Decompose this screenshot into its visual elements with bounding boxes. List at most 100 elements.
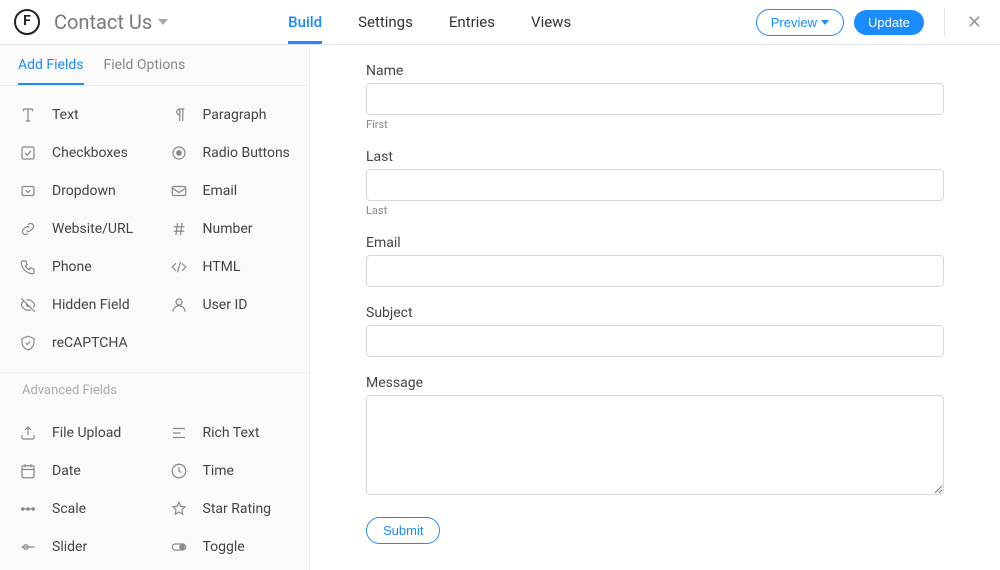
name-input[interactable] <box>366 83 944 115</box>
logo-icon: F <box>14 9 40 35</box>
advanced-fields-grid: File Upload Rich Text Date Time Scale Star Ra… <box>0 404 309 570</box>
field-type-radio-buttons[interactable]: Radio Buttons <box>155 134 306 172</box>
submit-button[interactable]: Submit <box>366 517 440 544</box>
field-type-slider[interactable]: Slider <box>4 528 155 566</box>
field-type-html[interactable]: HTML <box>155 248 306 286</box>
field-label: User ID <box>203 297 248 313</box>
page-title-dropdown[interactable]: Contact Us <box>54 10 168 34</box>
form-field-last[interactable]: LastLast <box>366 149 944 217</box>
field-type-rich-text[interactable]: Rich Text <box>155 414 306 452</box>
form-canvas: Name First LastLast Email Subject Message Sub… <box>310 45 1000 570</box>
top-nav-tabs: Build Settings Entries Views <box>288 0 571 44</box>
chevron-down-icon <box>821 20 829 25</box>
toggle-icon <box>169 537 189 557</box>
field-label: Star Rating <box>203 501 272 517</box>
html-icon <box>169 257 189 277</box>
star-icon <box>169 499 189 519</box>
field-sublabel: First <box>366 118 944 131</box>
field-label: Email <box>203 183 238 199</box>
field-label: Number <box>203 221 253 237</box>
form-field-subject[interactable]: Subject <box>366 305 944 357</box>
field-type-star-rating[interactable]: Star Rating <box>155 490 306 528</box>
tab-settings[interactable]: Settings <box>358 0 413 44</box>
email-icon <box>169 181 189 201</box>
field-type-scale[interactable]: Scale <box>4 490 155 528</box>
tab-entries[interactable]: Entries <box>449 0 495 44</box>
preview-button[interactable]: Preview <box>756 9 844 36</box>
field-label: Paragraph <box>203 107 267 123</box>
field-type-user-id[interactable]: User ID <box>155 286 306 324</box>
date-icon <box>18 461 38 481</box>
field-type-recaptcha[interactable]: reCAPTCHA <box>4 324 155 362</box>
hash-icon <box>169 219 189 239</box>
basic-fields-grid: Text Paragraph Checkboxes Radio Buttons Drop… <box>0 86 309 372</box>
tab-build[interactable]: Build <box>288 0 322 44</box>
field-type-lookup[interactable]: Lookup <box>155 566 306 570</box>
field-label: Last <box>366 149 944 165</box>
tab-views[interactable]: Views <box>531 0 571 44</box>
time-icon <box>169 461 189 481</box>
hidden-icon <box>18 295 38 315</box>
logo[interactable]: F <box>14 9 40 35</box>
field-type-dropdown[interactable]: Dropdown <box>4 172 155 210</box>
field-type-dynamic[interactable]: Dynamic <box>4 566 155 570</box>
field-type-phone[interactable]: Phone <box>4 248 155 286</box>
scale-icon <box>18 499 38 519</box>
field-label: Radio Buttons <box>203 145 290 161</box>
field-label: Subject <box>366 305 944 321</box>
field-label: reCAPTCHA <box>52 335 128 351</box>
checkbox-icon <box>18 143 38 163</box>
last-input[interactable] <box>366 169 944 201</box>
form-field-message[interactable]: Message <box>366 375 944 499</box>
field-label: Hidden Field <box>52 297 130 313</box>
text-icon <box>18 105 38 125</box>
field-type-website-url[interactable]: Website/URL <box>4 210 155 248</box>
field-type-file-upload[interactable]: File Upload <box>4 414 155 452</box>
field-type-email[interactable]: Email <box>155 172 306 210</box>
field-label: Rich Text <box>203 425 260 441</box>
field-label: Scale <box>52 501 86 517</box>
sidebar-tab-add-fields[interactable]: Add Fields <box>18 57 84 85</box>
shield-icon <box>18 333 38 353</box>
field-label: Checkboxes <box>52 145 128 161</box>
field-label: Message <box>366 375 944 391</box>
divider <box>944 8 945 36</box>
message-input[interactable] <box>366 395 944 495</box>
update-button[interactable]: Update <box>854 10 924 35</box>
field-label: Website/URL <box>52 221 133 237</box>
field-type-paragraph[interactable]: Paragraph <box>155 96 306 134</box>
field-type-time[interactable]: Time <box>155 452 306 490</box>
field-type-text[interactable]: Text <box>4 96 155 134</box>
user-icon <box>169 295 189 315</box>
main-area: Add Fields Field Options Text Paragraph Ch… <box>0 45 1000 570</box>
sidebar-tabs: Add Fields Field Options <box>0 45 309 86</box>
field-type-number[interactable]: Number <box>155 210 306 248</box>
field-type-date[interactable]: Date <box>4 452 155 490</box>
form-field-name[interactable]: Name First <box>366 63 944 131</box>
field-label: Email <box>366 235 944 251</box>
field-label: Slider <box>52 539 87 555</box>
dropdown-icon <box>18 181 38 201</box>
field-label: HTML <box>203 259 241 275</box>
field-label: Date <box>52 463 81 479</box>
subject-input[interactable] <box>366 325 944 357</box>
link-icon <box>18 219 38 239</box>
upload-icon <box>18 423 38 443</box>
field-label: File Upload <box>52 425 121 441</box>
close-icon[interactable]: ✕ <box>961 8 988 37</box>
sidebar-tab-field-options[interactable]: Field Options <box>104 57 186 85</box>
field-type-hidden-field[interactable]: Hidden Field <box>4 286 155 324</box>
form-field-email[interactable]: Email <box>366 235 944 287</box>
page-title: Contact Us <box>54 10 152 34</box>
field-type-checkboxes[interactable]: Checkboxes <box>4 134 155 172</box>
slider-icon <box>18 537 38 557</box>
field-label: Time <box>203 463 234 479</box>
field-label: Phone <box>52 259 92 275</box>
phone-icon <box>18 257 38 277</box>
field-label: Name <box>366 63 944 79</box>
email-input[interactable] <box>366 255 944 287</box>
field-label: Dropdown <box>52 183 116 199</box>
sidebar: Add Fields Field Options Text Paragraph Ch… <box>0 45 310 570</box>
field-type-toggle[interactable]: Toggle <box>155 528 306 566</box>
richtext-icon <box>169 423 189 443</box>
